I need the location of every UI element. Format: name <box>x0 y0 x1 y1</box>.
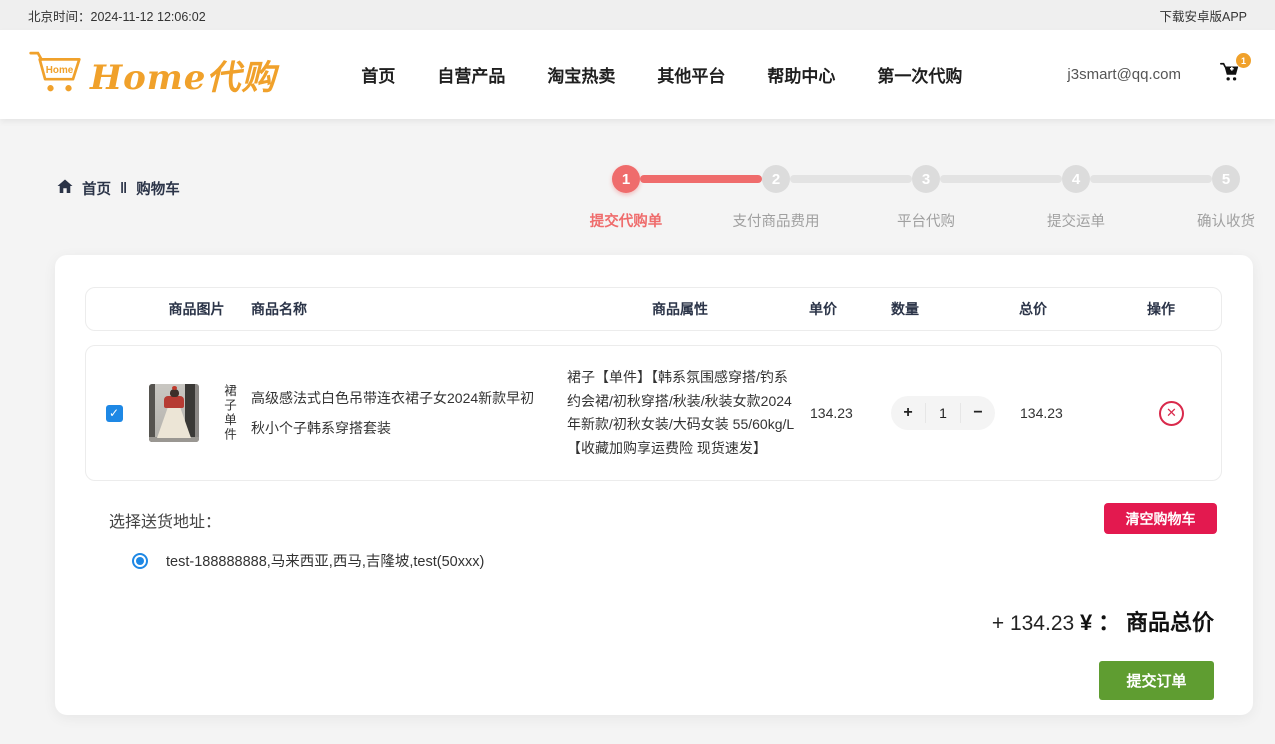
summary-currency: ¥ <box>1080 610 1092 635</box>
col-header-action: 操作 <box>1147 299 1221 319</box>
svg-text:Home: Home <box>46 65 74 76</box>
step-connector <box>940 175 1062 183</box>
nav-item-other-platforms[interactable]: 其他平台 <box>657 62 725 87</box>
step-1-label: 提交代购单 <box>590 210 663 231</box>
total-price-value: 134.23 <box>1019 405 1147 421</box>
step-connector <box>790 175 912 183</box>
cart-card: 商品图片 商品名称 商品属性 单价 数量 总价 操作 ✓ 裙子单件 高级感法式白… <box>55 255 1253 715</box>
step-1-circle: 1 <box>612 165 640 193</box>
download-app-link[interactable]: 下载安卓版APP <box>1159 6 1247 25</box>
user-email[interactable]: j3smart@qq.com <box>1067 66 1181 83</box>
quantity-increase-button[interactable]: + <box>891 404 925 422</box>
step-3-label: 平台代购 <box>897 210 955 231</box>
product-attributes: 裙子【单件】【韩系氛围感穿搭/钓系约会裙/初秋穿搭/秋装/秋装女款2024年新款… <box>551 366 809 460</box>
action-cell: ✕ <box>1147 401 1221 426</box>
product-name[interactable]: 高级感法式白色吊带连衣裙子女2024新款早初秋小个子韩系穿搭套装 <box>251 383 551 443</box>
item-checkbox-cell: ✓ <box>86 405 142 422</box>
cart-count-badge: 1 <box>1236 53 1251 68</box>
address-option-row: test-188888888,马来西亚,西马,吉隆坡,test(50xxx) <box>85 550 1222 571</box>
breadcrumb-current: 购物车 <box>136 178 180 199</box>
top-utility-bar: 北京时间：2024-11-12 12:06:02 下载安卓版APP <box>0 0 1275 30</box>
header-cart-button[interactable]: 1 <box>1219 61 1247 88</box>
product-image-caption: 裙子单件 <box>222 384 235 442</box>
main-nav: 首页 自营产品 淘宝热卖 其他平台 帮助中心 第一次代购 <box>361 62 962 87</box>
step-5-label: 确认收货 <box>1197 210 1255 231</box>
breadcrumb-separator: ‖ <box>120 181 127 197</box>
quantity-value[interactable]: 1 <box>925 403 961 423</box>
item-image-cell: 裙子单件 <box>142 384 251 442</box>
quantity-cell: + 1 − <box>891 396 1019 430</box>
nav-item-taobao-hot[interactable]: 淘宝热卖 <box>547 62 615 87</box>
summary-label: 商品总价 <box>1126 610 1214 635</box>
site-logo[interactable]: Home Home代购 <box>28 48 276 101</box>
step-connector <box>1090 175 1212 183</box>
clear-cart-button[interactable]: 清空购物车 <box>1104 503 1217 534</box>
breadcrumb-home-link[interactable]: 首页 <box>82 178 111 199</box>
cart-icon <box>1219 70 1241 87</box>
cart-logo-icon: Home <box>28 48 82 101</box>
order-summary: + 134.23 ¥ ： 商品总价 <box>85 605 1222 637</box>
order-progress-steps: 1 提交代购单 2 支付商品费用 3 平台代购 4 提交运单 5 确认收货 <box>551 165 1275 231</box>
nav-item-home[interactable]: 首页 <box>361 62 395 87</box>
step-2-circle: 2 <box>762 165 790 193</box>
step-2-label: 支付商品费用 <box>733 210 820 231</box>
nav-item-self-products[interactable]: 自营产品 <box>437 62 505 87</box>
delete-item-icon[interactable]: ✕ <box>1159 401 1184 426</box>
product-image[interactable] <box>149 384 199 442</box>
header-right: j3smart@qq.com 1 <box>1067 61 1247 88</box>
step-4-label: 提交运单 <box>1047 210 1105 231</box>
cart-table-header: 商品图片 商品名称 商品属性 单价 数量 总价 操作 <box>85 287 1222 331</box>
step-connector <box>640 175 762 183</box>
summary-separator: ： <box>1098 610 1120 635</box>
quantity-decrease-button[interactable]: − <box>961 404 995 422</box>
breadcrumb: 首页 ‖ 购物车 <box>57 178 180 199</box>
nav-item-first-time[interactable]: 第一次代购 <box>877 62 962 87</box>
col-header-quantity: 数量 <box>891 299 1019 319</box>
home-icon <box>57 179 73 198</box>
address-radio[interactable] <box>132 553 148 569</box>
col-header-name: 商品名称 <box>251 299 551 319</box>
col-header-total: 总价 <box>1019 299 1147 319</box>
site-logo-text: Home代购 <box>90 50 276 99</box>
step-4-circle: 4 <box>1062 165 1090 193</box>
nav-item-help-center[interactable]: 帮助中心 <box>767 62 835 87</box>
beijing-time-label: 北京时间：2024-11-12 12:06:02 <box>28 6 206 25</box>
col-header-image: 商品图片 <box>142 299 251 319</box>
step-confirm-receipt: 5 确认收货 <box>1151 165 1275 231</box>
summary-amount: + 134.23 <box>992 612 1074 635</box>
address-section-label: 选择送货地址： <box>109 503 221 532</box>
address-option-text: test-188888888,马来西亚,西马,吉隆坡,test(50xxx) <box>166 550 484 571</box>
address-actions-row: 选择送货地址： 清空购物车 <box>85 503 1222 534</box>
submit-order-button[interactable]: 提交订单 <box>1099 661 1214 700</box>
quantity-stepper: + 1 − <box>891 396 995 430</box>
cart-item-row: ✓ 裙子单件 高级感法式白色吊带连衣裙子女2024新款早初秋小个子韩系穿搭套装 … <box>85 345 1222 481</box>
col-header-attrs: 商品属性 <box>551 299 809 319</box>
item-checkbox[interactable]: ✓ <box>106 405 123 422</box>
main-header: Home Home代购 首页 自营产品 淘宝热卖 其他平台 帮助中心 第一次代购… <box>0 30 1275 119</box>
step-3-circle: 3 <box>912 165 940 193</box>
col-header-unit-price: 单价 <box>809 299 891 319</box>
breadcrumb-steps-zone: 首页 ‖ 购物车 1 提交代购单 2 支付商品费用 3 平台代购 4 提交运单 … <box>0 119 1275 255</box>
step-5-circle: 5 <box>1212 165 1240 193</box>
unit-price-value: 134.23 <box>809 405 891 421</box>
submit-row: 提交订单 <box>85 661 1222 700</box>
